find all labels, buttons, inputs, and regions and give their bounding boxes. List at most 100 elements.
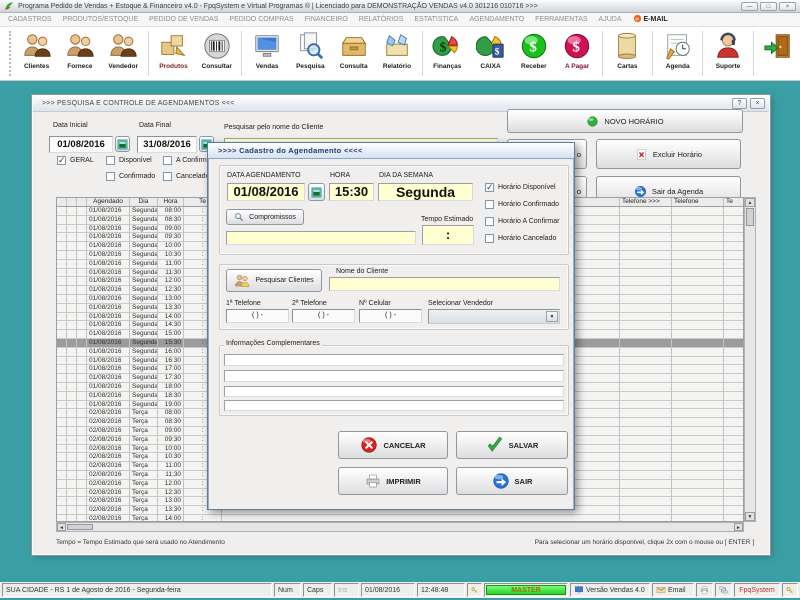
schedule-row[interactable]: 02/08/2016Terça14:00: bbox=[57, 515, 743, 522]
checkbox-horario-confirmado[interactable]: Horário Confirmado bbox=[485, 200, 559, 209]
horizontal-scrollbar[interactable]: ◄ ► bbox=[56, 522, 744, 532]
menu-item[interactable]: AJUDA bbox=[599, 16, 622, 23]
checkbox-geral[interactable]: GERAL bbox=[57, 156, 94, 165]
column-header[interactable]: Agendado bbox=[87, 198, 130, 206]
menu-item[interactable]: FINANCEIRO bbox=[305, 16, 348, 23]
column-header[interactable] bbox=[67, 198, 77, 206]
excluir-horario-button[interactable]: Excluir Horário bbox=[596, 139, 741, 169]
close-icon[interactable]: × bbox=[779, 2, 796, 11]
scrollbar-thumb[interactable] bbox=[67, 524, 93, 530]
menu-item-email[interactable]: @E-MAIL bbox=[633, 14, 668, 25]
data-inicial-field[interactable]: 01/08/2016 bbox=[49, 136, 113, 153]
nome-cliente-field[interactable] bbox=[329, 277, 560, 291]
checkbox-icon[interactable] bbox=[485, 217, 494, 226]
checkbox-icon[interactable] bbox=[106, 172, 115, 181]
status-email[interactable]: Email bbox=[652, 583, 694, 597]
menu-item[interactable]: CADASTROS bbox=[8, 16, 52, 23]
toolbar-clientes[interactable]: Clientes bbox=[15, 27, 58, 80]
calendar-icon[interactable] bbox=[115, 136, 130, 152]
telefone2-field[interactable]: ( ) - bbox=[292, 309, 355, 323]
column-header[interactable]: Telefone bbox=[672, 198, 724, 206]
toolbar-relat-rio[interactable]: Relatório bbox=[375, 27, 418, 80]
imprimir-button[interactable]: IMPRIMIR bbox=[338, 467, 448, 495]
salvar-button[interactable]: SALVAR bbox=[456, 431, 568, 459]
barcode-icon bbox=[202, 31, 232, 61]
celular-field[interactable]: ( ) - bbox=[359, 309, 422, 323]
data-agendamento-field[interactable]: 01/08/2016 bbox=[227, 183, 305, 201]
column-header[interactable]: Hora bbox=[158, 198, 184, 206]
toolbar-consulta[interactable]: Consulta bbox=[332, 27, 375, 80]
scroll-up-icon[interactable]: ▲ bbox=[745, 198, 755, 207]
info-line[interactable] bbox=[224, 354, 564, 366]
info-line[interactable] bbox=[224, 400, 564, 411]
menu-item[interactable]: RELATÓRIOS bbox=[359, 16, 404, 23]
menu-item[interactable]: FERRAMENTAS bbox=[535, 16, 587, 23]
data-final-field[interactable]: 31/08/2016 bbox=[137, 136, 197, 153]
toolbar-consultar[interactable]: Consultar bbox=[195, 27, 238, 80]
checkbox-icon[interactable] bbox=[163, 156, 172, 165]
scroll-down-icon[interactable]: ▼ bbox=[745, 512, 755, 521]
chevron-down-icon[interactable]: ▼ bbox=[546, 311, 558, 322]
close-window-icon[interactable]: × bbox=[750, 98, 765, 109]
restore-icon[interactable]: □ bbox=[760, 2, 777, 11]
menu-item[interactable]: PEDIDO DE VENDAS bbox=[149, 16, 218, 23]
checkbox-horario-cancelado[interactable]: Horário Cancelado bbox=[485, 234, 556, 243]
checkbox-icon[interactable] bbox=[106, 156, 115, 165]
checkbox-icon[interactable] bbox=[485, 183, 494, 192]
hora-field[interactable]: 15:30 bbox=[329, 183, 374, 201]
toolbar-fornece[interactable]: Fornece bbox=[58, 27, 101, 80]
network-icon[interactable] bbox=[715, 583, 732, 597]
toolbar-vendedor[interactable]: Vendedor bbox=[102, 27, 145, 80]
checkbox-a-confirmar[interactable]: A Confirmar bbox=[163, 156, 213, 165]
compromisso-field[interactable] bbox=[226, 231, 416, 245]
toolbar-pesquisa[interactable]: Pesquisa bbox=[289, 27, 332, 80]
minimize-icon[interactable]: — bbox=[741, 2, 758, 11]
vertical-scrollbar[interactable]: ▲ ▼ bbox=[744, 197, 756, 522]
toolbar-suporte[interactable]: Suporte bbox=[706, 27, 749, 80]
toolbar-a-pagar[interactable]: $A Pagar bbox=[555, 27, 598, 80]
info-line[interactable] bbox=[224, 370, 564, 382]
sair-button[interactable]: SAIR bbox=[456, 467, 568, 495]
tempo-estimado-field[interactable]: : bbox=[422, 225, 474, 245]
column-header[interactable] bbox=[57, 198, 67, 206]
toolbar-vendas[interactable]: Vendas bbox=[245, 27, 288, 80]
vendedor-dropdown[interactable]: ▼ bbox=[428, 309, 560, 324]
toolbar-exit[interactable] bbox=[757, 27, 800, 80]
checkbox-horario-disponivel[interactable]: Horário Disponível bbox=[485, 183, 556, 192]
checkbox-icon[interactable] bbox=[163, 172, 172, 181]
calendar-icon[interactable] bbox=[308, 183, 325, 201]
scroll-right-icon[interactable]: ► bbox=[734, 523, 743, 531]
checkbox-icon[interactable] bbox=[485, 200, 494, 209]
column-header[interactable] bbox=[77, 198, 87, 206]
toolbar-produtos[interactable]: Produtos bbox=[152, 27, 195, 80]
checkbox-confirmado[interactable]: Confirmado bbox=[106, 172, 155, 181]
help-icon[interactable]: ? bbox=[732, 98, 747, 109]
menu-item[interactable]: ESTATISTICA bbox=[414, 16, 458, 23]
checkbox-horario-a-confirmar[interactable]: Horário A Confirmar bbox=[485, 217, 559, 226]
printer-icon[interactable] bbox=[696, 583, 713, 597]
dia-semana-field[interactable]: Segunda bbox=[378, 183, 473, 201]
pesquisar-clientes-button[interactable]: Pesquisar Clientes bbox=[226, 269, 322, 292]
checkbox-disponivel[interactable]: Disponível bbox=[106, 156, 152, 165]
checkbox-icon[interactable] bbox=[57, 156, 66, 165]
cancelar-button[interactable]: CANCELAR bbox=[338, 431, 448, 459]
menu-item[interactable]: PRODUTOS/ESTOQUE bbox=[63, 16, 139, 23]
menu-item[interactable]: PEDIDO COMPRAS bbox=[229, 16, 293, 23]
telefone1-field[interactable]: ( ) - bbox=[226, 309, 289, 323]
info-line[interactable] bbox=[224, 386, 564, 397]
novo-horario-button[interactable]: NOVO HORÁRIO bbox=[507, 109, 743, 133]
column-header[interactable]: Telefone >>> bbox=[620, 198, 672, 206]
column-header[interactable]: Dia bbox=[130, 198, 158, 206]
scrollbar-thumb[interactable] bbox=[746, 208, 754, 226]
toolbar-caixa[interactable]: $CAIXA bbox=[469, 27, 512, 80]
menu-item[interactable]: AGENDAMENTO bbox=[469, 16, 524, 23]
toolbar-agenda[interactable]: Agenda bbox=[656, 27, 699, 80]
toolbar-receber[interactable]: $Receber bbox=[512, 27, 555, 80]
checkbox-cancelado[interactable]: Cancelado bbox=[163, 172, 209, 181]
toolbar-cartas[interactable]: Cartas bbox=[606, 27, 649, 80]
toolbar-finan-as[interactable]: $Finanças bbox=[426, 27, 469, 80]
compromissos-button[interactable]: Compromissos bbox=[226, 209, 304, 225]
scroll-left-icon[interactable]: ◄ bbox=[57, 523, 66, 531]
checkbox-icon[interactable] bbox=[485, 234, 494, 243]
column-header[interactable]: Te bbox=[724, 198, 744, 206]
